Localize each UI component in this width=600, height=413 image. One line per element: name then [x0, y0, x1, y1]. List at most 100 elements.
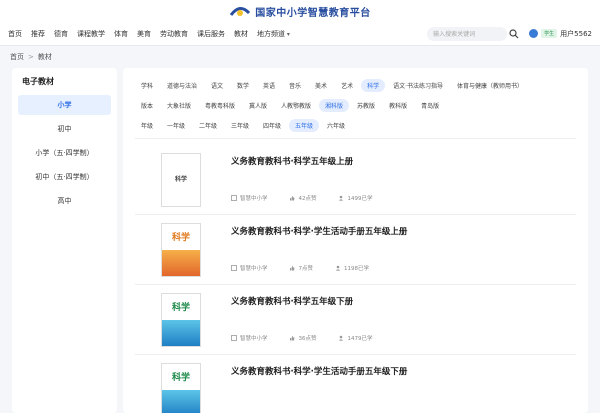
book-item[interactable]: 科学 义务教育教科书·科学五年级上册 智慧中小学 42点赞 1499已学 — [134, 145, 576, 215]
version-chip[interactable]: 教科版 — [383, 99, 413, 112]
subject-chip[interactable]: 数学 — [231, 79, 255, 92]
main-nav: 首页 推荐 德育 课程教学 体育 美育 劳动教育 课后服务 教材 地方频道 输入… — [0, 22, 600, 46]
version-chip-active[interactable]: 湘科版 — [319, 98, 350, 112]
book-meta: 智慧中小学 7点赞 1198已学 — [231, 264, 576, 272]
grade-chip[interactable]: 二年级 — [193, 119, 223, 132]
book-likes: 7点赞 — [298, 266, 313, 272]
book-learners: 1479已学 — [347, 336, 373, 342]
grade-chip[interactable]: 三年级 — [225, 119, 255, 132]
book-cover[interactable]: 科学 — [160, 153, 201, 207]
grade-chip[interactable]: 四年级 — [257, 119, 287, 132]
textbook-content: 学科 道德与法治 语文 数学 英语 音乐 美术 艺术 科学 语文·书法练习指导 … — [122, 68, 588, 413]
subject-chip[interactable]: 语文·书法练习指导 — [387, 79, 449, 92]
version-chip[interactable]: 青岛版 — [415, 99, 445, 112]
breadcrumb-current: 教材 — [37, 53, 52, 61]
subject-chip[interactable]: 道德与法治 — [161, 79, 203, 92]
grade-chip[interactable]: 六年级 — [321, 119, 351, 132]
version-chip[interactable]: 粤教粤科版 — [199, 99, 241, 112]
grade-chip-active[interactable]: 五年级 — [289, 118, 320, 132]
sidebar-title: 电子教材 — [22, 77, 54, 86]
book-meta: 智慧中小学 42点赞 1499已学 — [231, 194, 576, 202]
breadcrumb-home[interactable]: 首页 — [10, 52, 24, 62]
sidebar-item-junior[interactable]: 初中 — [18, 119, 111, 139]
cover-art — [161, 390, 200, 413]
subject-chip[interactable]: 美术 — [309, 79, 333, 92]
filter-divider — [134, 138, 576, 139]
nav-recommend[interactable]: 推荐 — [31, 29, 45, 39]
book-likes: 36点赞 — [298, 336, 317, 342]
cover-art — [161, 250, 200, 276]
book-cover[interactable]: 科学 — [160, 363, 201, 413]
subject-chip[interactable]: 英语 — [257, 79, 281, 92]
book-learners: 1499已学 — [347, 196, 373, 202]
nav-home[interactable]: 首页 — [8, 29, 22, 39]
sidebar-item-primary[interactable]: 小学 — [18, 95, 111, 115]
logo-mark-icon — [230, 7, 251, 16]
sidebar-item-senior[interactable]: 高中 — [18, 191, 111, 211]
grade-filter-label: 年级 — [140, 122, 153, 130]
learners-icon — [339, 335, 344, 341]
book-learners: 1198已学 — [343, 266, 369, 272]
version-chip[interactable]: 苏教版 — [351, 99, 381, 112]
cover-label: 科学 — [171, 303, 190, 313]
version-filter-label: 版本 — [140, 102, 153, 110]
learners-icon — [339, 195, 344, 201]
book-item[interactable]: 科学 义务教育教科书·科学·学生活动手册五年级上册 智慧中小学 7点赞 1198… — [134, 215, 576, 285]
subject-chip[interactable]: 语文 — [205, 79, 229, 92]
book-title[interactable]: 义务教育教科书·科学·学生活动手册五年级上册 — [231, 225, 576, 237]
chevron-right-icon: > — [28, 53, 34, 61]
cover-art — [161, 320, 200, 346]
sidebar-item-primary-54[interactable]: 小学（五·四学制） — [18, 143, 111, 163]
source-icon — [231, 265, 237, 271]
book-source: 智慧中小学 — [239, 266, 268, 272]
breadcrumb: 首页 > 教材 — [0, 46, 600, 68]
search-placeholder: 输入搜索关键词 — [433, 31, 476, 38]
like-icon — [290, 265, 295, 271]
book-title[interactable]: 义务教育教科书·科学五年级下册 — [231, 295, 576, 307]
like-icon — [290, 195, 295, 201]
source-icon — [231, 195, 237, 201]
grade-chip[interactable]: 一年级 — [161, 119, 191, 132]
book-item[interactable]: 科学 义务教育教科书·科学五年级下册 智慧中小学 36点赞 1479已学 — [134, 285, 576, 355]
source-icon — [231, 335, 237, 341]
learners-icon — [335, 265, 341, 271]
subject-filter-row: 学科 道德与法治 语文 数学 英语 音乐 美术 艺术 科学 语文·书法练习指导 … — [135, 76, 576, 94]
book-cover[interactable]: 科学 — [160, 293, 201, 347]
nav-moral[interactable]: 德育 — [54, 29, 68, 39]
nav-art[interactable]: 美育 — [137, 29, 151, 39]
like-icon — [290, 335, 295, 341]
subject-chip[interactable]: 艺术 — [335, 79, 359, 92]
grade-filter-row: 年级 一年级 二年级 三年级 四年级 五年级 六年级 — [135, 116, 576, 134]
site-header: 国家中小学智慧教育平台 — [0, 0, 600, 22]
role-badge: 学生 — [541, 29, 558, 38]
version-filter-row: 版本 大象社版 粤教粤科版 冀人版 人教鄂教版 湘科版 苏教版 教科版 青岛版 — [135, 96, 576, 114]
nav-local-channel[interactable]: 地方频道 — [257, 29, 290, 39]
book-item[interactable]: 科学 义务教育教科书·科学·学生活动手册五年级下册 — [135, 355, 576, 413]
nav-after-school[interactable]: 课后服务 — [197, 29, 225, 39]
version-chip[interactable]: 冀人版 — [243, 99, 273, 112]
user-menu[interactable]: 学生 用户5562 — [529, 29, 592, 39]
cover-label: 科学 — [171, 233, 190, 243]
subject-chip[interactable]: 体育与健康（教师用书） — [451, 79, 529, 92]
version-chip[interactable]: 大象社版 — [161, 99, 197, 112]
avatar — [529, 29, 539, 38]
cover-label: 科学 — [174, 176, 187, 183]
nav-labor[interactable]: 劳动教育 — [160, 29, 188, 39]
book-source: 智慧中小学 — [239, 196, 268, 202]
book-title[interactable]: 义务教育教科书·科学五年级上册 — [231, 155, 576, 167]
book-cover[interactable]: 科学 — [160, 223, 201, 277]
sidebar-item-junior-54[interactable]: 初中（五·四学制） — [18, 167, 111, 187]
subject-chip-active[interactable]: 科学 — [361, 78, 386, 92]
nav-pe[interactable]: 体育 — [114, 29, 128, 39]
book-title[interactable]: 义务教育教科书·科学·学生活动手册五年级下册 — [231, 365, 576, 377]
nav-textbooks[interactable]: 教材 — [234, 29, 248, 39]
subject-filter-label: 学科 — [140, 82, 153, 90]
site-logo[interactable]: 国家中小学智慧教育平台 — [229, 3, 371, 19]
search-input[interactable]: 输入搜索关键词 — [427, 26, 519, 41]
cover-label: 科学 — [171, 373, 190, 383]
book-meta: 智慧中小学 36点赞 1479已学 — [231, 334, 576, 342]
search-icon[interactable] — [509, 28, 519, 39]
nav-courses[interactable]: 课程教学 — [77, 29, 105, 39]
version-chip[interactable]: 人教鄂教版 — [275, 99, 317, 112]
subject-chip[interactable]: 音乐 — [283, 79, 307, 92]
